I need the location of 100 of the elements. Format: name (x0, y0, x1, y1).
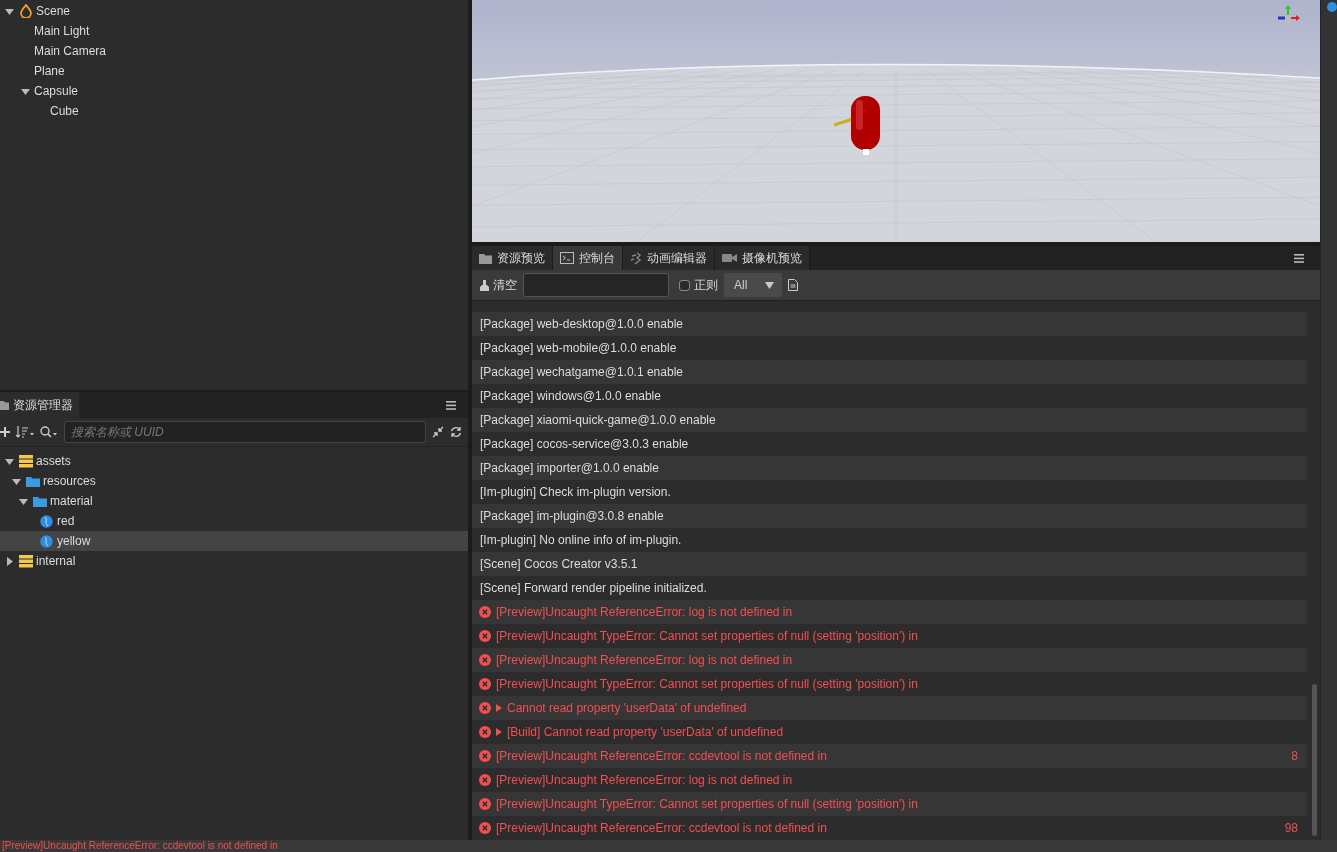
log-message: [Package] web-desktop@1.0.0 enable (480, 317, 683, 331)
log-message: [Preview]Uncaught ReferenceError: ccdevtool is not defined in (496, 821, 827, 835)
log-row[interactable]: [Package] windows@1.0.0 enable (472, 384, 1307, 408)
panel-tab[interactable]: 动画编辑器 (623, 246, 715, 270)
error-icon (479, 630, 491, 642)
collapse-icon[interactable] (432, 426, 444, 438)
database-icon (18, 454, 33, 468)
tree-item[interactable]: Capsule (0, 81, 468, 101)
log-row[interactable]: [Im-plugin] No online info of im-plugin. (472, 528, 1307, 552)
error-icon (479, 822, 491, 834)
log-message: [Im-plugin] Check im-plugin version. (480, 485, 671, 499)
panel-tab[interactable]: 资源管理器 (0, 392, 79, 418)
error-icon (479, 726, 491, 738)
checkbox[interactable] (679, 279, 690, 291)
log-row[interactable]: [Scene] Forward render pipeline initialized. (472, 576, 1307, 600)
scrollbar-thumb[interactable] (1312, 684, 1317, 836)
log-message: [Preview]Uncaught ReferenceError: ccdevtool is not defined in (496, 749, 827, 763)
log-message: [Scene] Cocos Creator v3.5.1 (480, 557, 638, 571)
log-message: [Package] xiaomi-quick-game@1.0.0 enable (480, 413, 716, 427)
error-icon (479, 774, 491, 786)
collapsed-arrow-icon[interactable] (5, 556, 14, 566)
log-row[interactable]: [Preview]Uncaught ReferenceError: log is not defined in (472, 648, 1307, 672)
log-row[interactable]: [Preview]Uncaught ReferenceError: ccdevtool is not defined in 8 (472, 744, 1307, 768)
menu-icon[interactable] (446, 400, 456, 410)
panel-tab[interactable]: 摄像机预览 (715, 246, 810, 270)
log-row[interactable]: [Package] web-mobile@1.0.0 enable (472, 336, 1307, 360)
expand-arrow-icon[interactable] (496, 728, 502, 736)
log-row[interactable]: [Package] cocos-service@3.0.3 enable (472, 432, 1307, 456)
search-field[interactable]: 搜索名称或 UUID (64, 421, 426, 443)
tree-item[interactable]: Main Light (0, 21, 468, 41)
log-row[interactable]: [Package] web-desktop@1.0.0 enable (472, 312, 1307, 336)
database-icon (18, 554, 33, 568)
expand-arrow-icon[interactable] (496, 704, 502, 712)
expanded-arrow-icon[interactable] (5, 456, 14, 466)
tree-item[interactable]: Plane (0, 61, 468, 81)
refresh-icon[interactable] (450, 426, 462, 438)
log-message: [Package] windows@1.0.0 enable (480, 389, 661, 403)
sort-icon[interactable] (16, 426, 34, 438)
sphere-icon (40, 534, 53, 548)
tree-item[interactable]: yellow (0, 531, 468, 551)
panel-tab[interactable]: 控制台 (553, 246, 623, 270)
log-message: [Package] importer@1.0.0 enable (480, 461, 659, 475)
log-row[interactable]: [Build] Cannot read property 'userData' of undefined (472, 720, 1307, 744)
folder-icon (25, 475, 40, 487)
log-row[interactable]: [Package] wechatgame@1.0.1 enable (472, 360, 1307, 384)
folder-icon (479, 252, 492, 264)
log-message: [Preview]Uncaught ReferenceError: log is not defined in (496, 653, 793, 667)
tree-item[interactable]: material (0, 491, 468, 511)
tree-item[interactable]: Scene (0, 1, 468, 21)
folder-icon (0, 400, 9, 410)
plus-icon[interactable] (0, 427, 10, 437)
menu-icon[interactable] (1294, 253, 1304, 263)
error-icon (479, 702, 491, 714)
error-icon (479, 678, 491, 690)
log-row[interactable]: [Preview]Uncaught ReferenceError: log is not defined in (472, 768, 1307, 792)
expanded-arrow-icon[interactable] (19, 496, 28, 506)
clear-button[interactable]: 清空 (480, 276, 517, 294)
log-row[interactable]: Cannot read property 'userData' of undefined (472, 696, 1307, 720)
tree-item[interactable]: Cube (0, 101, 468, 121)
error-icon (479, 798, 491, 810)
log-row[interactable]: [Preview]Uncaught TypeError: Cannot set properties of null (setting 'position') in (472, 672, 1307, 696)
log-row[interactable]: [Package] importer@1.0.0 enable (472, 456, 1307, 480)
status-message: [Preview]Uncaught ReferenceError: ccdevtool is not defined in (1, 840, 278, 852)
repeat-count: 98 (1284, 821, 1298, 835)
search-icon[interactable] (40, 426, 58, 438)
repeat-count: 8 (1291, 749, 1298, 763)
expanded-arrow-icon[interactable] (21, 86, 30, 96)
document-icon[interactable] (788, 279, 799, 291)
video-camera-icon (722, 253, 737, 263)
log-row[interactable]: [Package] im-plugin@3.0.8 enable (472, 504, 1307, 528)
level-dropdown[interactable]: All (724, 273, 783, 297)
tree-item[interactable]: resources (0, 471, 468, 491)
expanded-arrow-icon[interactable] (5, 6, 14, 16)
error-icon (479, 606, 491, 618)
log-message: [Preview]Uncaught ReferenceError: log is not defined in (496, 605, 793, 619)
log-row[interactable]: [Preview]Uncaught ReferenceError: ccdevtool is not defined in 98 (472, 816, 1307, 840)
log-row[interactable]: [Package] xiaomi-quick-game@1.0.0 enable (472, 408, 1307, 432)
log-message: [Package] web-mobile@1.0.0 enable (480, 341, 677, 355)
tree-item[interactable]: internal (0, 551, 468, 571)
broom-icon (480, 279, 489, 291)
filter-field[interactable] (523, 273, 669, 297)
tree-item[interactable]: assets (0, 451, 468, 471)
log-message: [Package] im-plugin@3.0.8 enable (480, 509, 664, 523)
panel-tab[interactable]: 资源预览 (472, 246, 553, 270)
log-message: [Package] cocos-service@3.0.3 enable (480, 437, 689, 451)
terminal-icon (560, 252, 574, 264)
log-row[interactable]: [Im-plugin] Check im-plugin version. (472, 480, 1307, 504)
log-row[interactable]: [Preview]Uncaught TypeError: Cannot set properties of null (setting 'position') in (472, 792, 1307, 816)
error-icon (479, 654, 491, 666)
expanded-arrow-icon[interactable] (12, 476, 21, 486)
error-icon (479, 750, 491, 762)
log-row[interactable]: [Preview]Uncaught TypeError: Cannot set properties of null (setting 'position') in (472, 624, 1307, 648)
tree-item[interactable]: Main Camera (0, 41, 468, 61)
tree-item[interactable]: red (0, 511, 468, 531)
log-message: [Preview]Uncaught TypeError: Cannot set properties of null (setting 'position') in (496, 629, 918, 643)
log-message: [Im-plugin] No online info of im-plugin. (480, 533, 682, 547)
log-message: [Preview]Uncaught TypeError: Cannot set properties of null (setting 'position') in (496, 797, 918, 811)
log-message: [Scene] Forward render pipeline initialized. (480, 581, 707, 595)
log-row[interactable]: [Preview]Uncaught ReferenceError: log is not defined in (472, 600, 1307, 624)
log-row[interactable]: [Scene] Cocos Creator v3.5.1 (472, 552, 1307, 576)
